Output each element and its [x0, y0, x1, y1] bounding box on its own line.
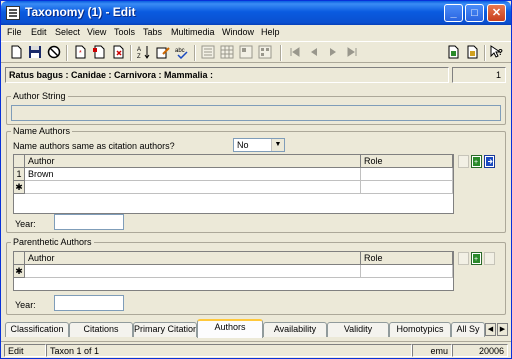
chevron-down-icon[interactable]: ▼ [271, 139, 284, 151]
same-as-citation-value: No [237, 140, 249, 150]
year-field[interactable] [54, 295, 124, 311]
new-row-marker[interactable]: ✱ [14, 181, 25, 194]
context-help-icon[interactable]: ? [490, 45, 504, 59]
tab-strip: Classification Citations Primary Citatio… [1, 319, 511, 339]
name-authors-title: Name Authors [11, 126, 73, 136]
next-record-icon[interactable] [326, 45, 340, 59]
record-number: 1 [452, 67, 506, 83]
menu-tools[interactable]: Tools [114, 27, 135, 37]
svg-text:abc: abc [175, 48, 185, 54]
sort-icon[interactable]: AZ [137, 45, 151, 59]
record-path: Ratus bagus : Canidae : Carnivora : Mamm… [5, 67, 449, 83]
taxonomy-window: Taxonomy (1) - Edit _ □ ✕ File Edit Sele… [0, 0, 512, 359]
stop-icon[interactable] [47, 45, 61, 59]
author-column-header[interactable]: Author [25, 155, 361, 168]
author-string-field[interactable] [11, 105, 501, 121]
status-record: Taxon 1 of 1 [46, 344, 412, 357]
previous-record-icon[interactable] [307, 45, 321, 59]
menu-tabs[interactable]: Tabs [143, 27, 162, 37]
author-string-title: Author String [11, 91, 68, 101]
parenthetic-authors-table[interactable]: Author Role ✱ [13, 251, 454, 291]
copy-record-icon[interactable] [92, 45, 106, 59]
name-authors-table[interactable]: Author Role 1 Brown ✱ [13, 154, 454, 214]
tab-homotypics[interactable]: Homotypics [389, 322, 451, 337]
author-cell[interactable] [25, 265, 361, 278]
link-row-icon[interactable] [484, 155, 495, 168]
menu-window[interactable]: Window [222, 27, 254, 37]
same-as-citation-label: Name authors same as citation authors? [13, 141, 175, 151]
tab-citations[interactable]: Citations [69, 322, 133, 337]
role-cell[interactable] [361, 168, 453, 181]
toolbar: * AZ abc ? [1, 41, 511, 63]
app-icon[interactable] [6, 6, 20, 20]
row-number[interactable]: 1 [14, 168, 25, 181]
title-bar[interactable]: Taxonomy (1) - Edit _ □ ✕ [1, 1, 511, 25]
name-authors-group: Name Authors Name authors same as citati… [6, 126, 506, 233]
last-record-icon[interactable] [345, 45, 359, 59]
role-cell[interactable] [361, 265, 453, 278]
attach-icon[interactable] [446, 45, 460, 59]
save-icon[interactable] [28, 45, 42, 59]
delete-row-icon[interactable] [458, 252, 469, 265]
new-document-icon[interactable] [9, 45, 23, 59]
detach-icon[interactable] [465, 45, 479, 59]
spellcheck-icon[interactable]: abc [175, 45, 189, 59]
edit-icon[interactable] [156, 45, 170, 59]
year-label: Year: [15, 219, 36, 229]
insert-row-icon[interactable]: + [471, 252, 482, 265]
status-bar: Edit Taxon 1 of 1 emu 20006 [1, 341, 511, 358]
details-view-icon[interactable] [201, 45, 215, 59]
menu-edit[interactable]: Edit [31, 27, 47, 37]
minimize-button[interactable]: _ [444, 4, 463, 22]
contact-sheet-icon[interactable] [258, 45, 272, 59]
menu-view[interactable]: View [87, 27, 106, 37]
svg-text:Z: Z [137, 54, 141, 59]
status-mode: Edit [4, 344, 46, 357]
menu-file[interactable]: File [7, 27, 22, 37]
status-port: 20006 [452, 344, 508, 357]
role-column-header[interactable]: Role [361, 252, 453, 265]
tab-availability[interactable]: Availability [263, 322, 327, 337]
tab-validity[interactable]: Validity [327, 322, 389, 337]
delete-row-icon[interactable] [458, 155, 469, 168]
author-column-header[interactable]: Author [25, 252, 361, 265]
insert-row-icon[interactable]: + [471, 155, 482, 168]
same-as-citation-select[interactable]: No ▼ [233, 138, 285, 152]
tab-all-synonyms[interactable]: All Sy [451, 322, 485, 337]
maximize-button[interactable]: □ [465, 4, 484, 22]
delete-record-icon[interactable] [111, 45, 125, 59]
status-database: emu [412, 344, 452, 357]
link-row-icon[interactable] [484, 252, 495, 265]
year-label: Year: [15, 300, 36, 310]
new-row-marker[interactable]: ✱ [14, 265, 25, 278]
page-view-icon[interactable] [239, 45, 253, 59]
list-view-icon[interactable] [220, 45, 234, 59]
svg-text:?: ? [498, 48, 503, 57]
menu-help[interactable]: Help [261, 27, 280, 37]
year-field[interactable] [54, 214, 124, 230]
svg-text:*: * [79, 50, 82, 57]
svg-text:+: + [474, 256, 478, 263]
tab-primary-citation[interactable]: Primary Citation [133, 322, 197, 337]
window-title: Taxonomy (1) - Edit [25, 5, 136, 19]
author-string-group: Author String [6, 91, 506, 125]
parenthetic-authors-group: Parenthetic Authors Author Role ✱ + Year… [6, 237, 506, 315]
role-column-header[interactable]: Role [361, 155, 453, 168]
tab-classification[interactable]: Classification [5, 322, 69, 337]
tab-scroll-right-icon[interactable]: ▶ [497, 323, 508, 336]
svg-text:A: A [137, 47, 141, 53]
tab-authors[interactable]: Authors [197, 319, 263, 338]
menu-select[interactable]: Select [55, 27, 80, 37]
parenthetic-authors-title: Parenthetic Authors [11, 237, 94, 247]
first-record-icon[interactable] [288, 45, 302, 59]
close-button[interactable]: ✕ [487, 4, 506, 22]
menu-multimedia[interactable]: Multimedia [171, 27, 215, 37]
role-cell[interactable] [361, 181, 453, 194]
tab-scroll-left-icon[interactable]: ◀ [485, 323, 496, 336]
new-record-icon[interactable]: * [73, 45, 87, 59]
author-cell[interactable] [25, 181, 361, 194]
svg-text:+: + [474, 159, 478, 166]
author-cell[interactable]: Brown [25, 168, 361, 181]
menu-bar: File Edit Select View Tools Tabs Multime… [1, 25, 511, 41]
